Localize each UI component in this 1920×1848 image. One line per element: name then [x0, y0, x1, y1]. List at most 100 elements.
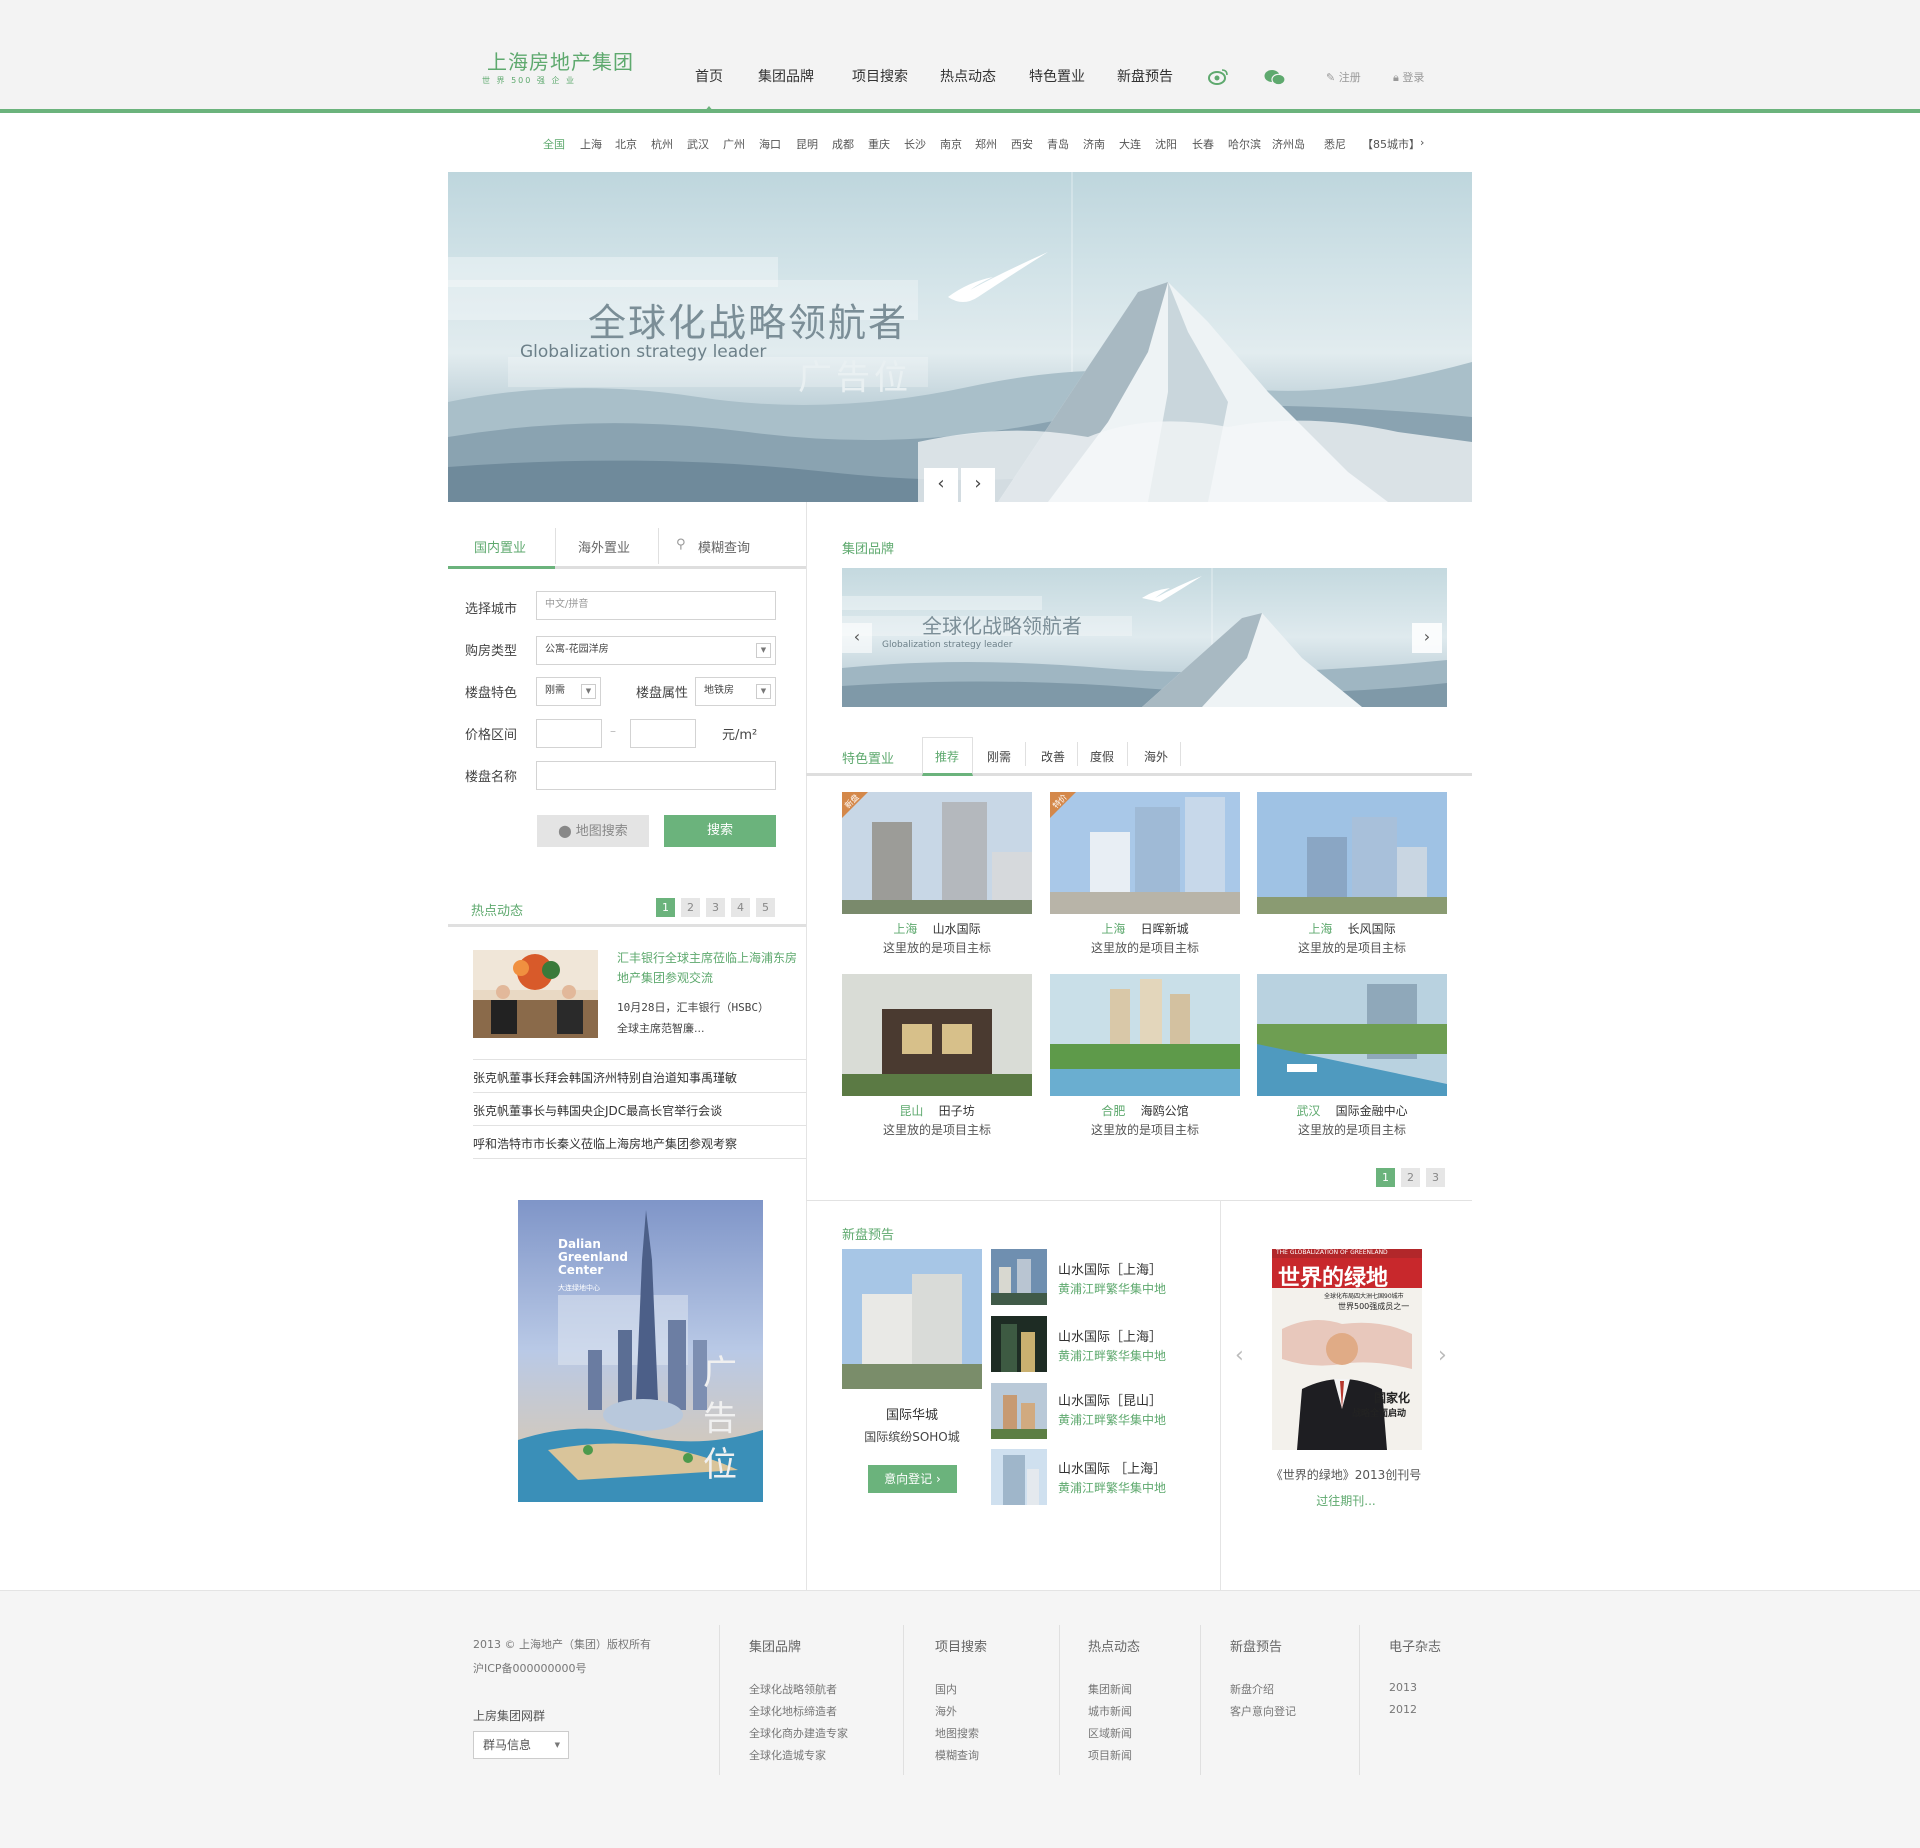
- tab-domestic[interactable]: 国内置业: [474, 537, 526, 556]
- city-link[interactable]: 上海: [580, 136, 602, 152]
- tab-fuzzy[interactable]: 模糊查询: [698, 537, 750, 556]
- nav-new[interactable]: 新盘预告: [1117, 66, 1173, 86]
- new-prop-main-image[interactable]: [842, 1249, 982, 1389]
- hot-news-page-3[interactable]: 3: [706, 898, 725, 917]
- featured-tab-recommend[interactable]: 推荐: [935, 748, 959, 765]
- weibo-icon[interactable]: [1208, 68, 1228, 85]
- nav-search[interactable]: 项目搜索: [852, 66, 908, 86]
- tab-overseas[interactable]: 海外置业: [578, 537, 630, 556]
- map-search-button[interactable]: ⬤ 地图搜索: [537, 815, 649, 847]
- city-link[interactable]: 武汉: [687, 136, 709, 152]
- property-image[interactable]: [1050, 974, 1240, 1096]
- nav-home[interactable]: 首页: [695, 66, 723, 86]
- property-image[interactable]: [1257, 974, 1447, 1096]
- footer-link[interactable]: 国内: [935, 1681, 957, 1697]
- nav-featured[interactable]: 特色置业: [1029, 66, 1085, 86]
- city-link[interactable]: 青岛: [1047, 136, 1069, 152]
- logo[interactable]: 上海房地产集团: [487, 46, 634, 75]
- hot-news-page-4[interactable]: 4: [731, 898, 750, 917]
- register-interest-button[interactable]: 意向登记 ›: [868, 1465, 957, 1493]
- magazine-next-button[interactable]: ›: [1438, 1343, 1447, 1368]
- footer-col-title[interactable]: 集团品牌: [749, 1636, 801, 1655]
- city-link[interactable]: 济南: [1083, 136, 1105, 152]
- city-link[interactable]: 昆明: [796, 136, 818, 152]
- featured-page-2[interactable]: 2: [1401, 1168, 1420, 1187]
- news-item[interactable]: 张克帆董事长拜会韩国济州特别自治道知事禹瑾敏: [473, 1069, 737, 1086]
- feature-select[interactable]: 刚需 ▼: [536, 677, 601, 706]
- chevron-right-icon[interactable]: ›: [1420, 136, 1424, 149]
- property-caption[interactable]: 上海 山水国际: [842, 920, 1032, 937]
- new-prop-thumb[interactable]: [991, 1249, 1047, 1305]
- news-item[interactable]: 张克帆董事长与韩国央企JDC最高长官举行会谈: [473, 1102, 722, 1119]
- featured-tab-improve[interactable]: 改善: [1041, 748, 1065, 765]
- city-link[interactable]: 海口: [759, 136, 781, 152]
- left-ad-image[interactable]: Dalian Greenland Center 大连绿地中心 广告位: [518, 1200, 763, 1502]
- footer-group-select[interactable]: 群马信息 ▼: [473, 1731, 569, 1759]
- brand-prev-button[interactable]: ‹: [842, 623, 872, 653]
- type-select[interactable]: 公寓-花园洋房 ▼: [536, 636, 776, 665]
- banner-prev-button[interactable]: ‹: [924, 468, 958, 502]
- footer-link[interactable]: 海外: [935, 1703, 957, 1719]
- new-prop-thumb[interactable]: [991, 1449, 1047, 1505]
- city-link[interactable]: 杭州: [651, 136, 673, 152]
- footer-link[interactable]: 地图搜索: [935, 1725, 979, 1741]
- hot-news-page-1[interactable]: 1: [656, 898, 675, 917]
- wechat-icon[interactable]: [1264, 69, 1286, 86]
- featured-page-1[interactable]: 1: [1376, 1168, 1395, 1187]
- featured-tab-holiday[interactable]: 度假: [1090, 748, 1114, 765]
- city-link[interactable]: 广州: [723, 136, 745, 152]
- news-feature-title[interactable]: 汇丰银行全球主席莅临上海浦东房地产集团参观交流: [617, 948, 802, 988]
- property-caption[interactable]: 合肥 海鸥公馆: [1050, 1102, 1240, 1119]
- city-link[interactable]: 长沙: [904, 136, 926, 152]
- footer-link[interactable]: 城市新闻: [1088, 1703, 1132, 1719]
- city-link[interactable]: 长春: [1192, 136, 1214, 152]
- city-link[interactable]: 哈尔滨: [1228, 136, 1261, 152]
- footer-link[interactable]: 2012: [1389, 1703, 1417, 1716]
- nav-news[interactable]: 热点动态: [940, 66, 996, 86]
- login-link[interactable]: 🔒︎ 登录: [1393, 69, 1424, 85]
- footer-col-title[interactable]: 新盘预告: [1230, 1636, 1282, 1655]
- footer-link[interactable]: 全球化战略领航者: [749, 1681, 837, 1697]
- property-image[interactable]: [842, 974, 1032, 1096]
- city-link[interactable]: 西安: [1011, 136, 1033, 152]
- city-link[interactable]: 大连: [1119, 136, 1141, 152]
- new-prop-main-name[interactable]: 国际华城: [842, 1404, 982, 1423]
- footer-link[interactable]: 集团新闻: [1088, 1681, 1132, 1697]
- property-image[interactable]: 特价: [1050, 792, 1240, 914]
- featured-page-3[interactable]: 3: [1426, 1168, 1445, 1187]
- footer-link[interactable]: 项目新闻: [1088, 1747, 1132, 1763]
- price-min-input[interactable]: [536, 719, 602, 748]
- property-image[interactable]: 新盘: [842, 792, 1032, 914]
- city-input[interactable]: 中文/拼音: [536, 591, 776, 620]
- hero-banner[interactable]: 全球化战略领航者 Globalization strategy leader 广…: [448, 172, 1472, 502]
- magazine-past-link[interactable]: 过往期刊...: [1220, 1492, 1472, 1509]
- news-item[interactable]: 呼和浩特市市长秦义莅临上海房地产集团参观考察: [473, 1135, 737, 1152]
- attr-select[interactable]: 地铁房 ▼: [695, 677, 776, 706]
- new-prop-name[interactable]: 山水国际［上海］: [1058, 1259, 1162, 1278]
- new-prop-thumb[interactable]: [991, 1383, 1047, 1439]
- city-link[interactable]: 【85城市】: [1362, 136, 1420, 152]
- property-image[interactable]: [1257, 792, 1447, 914]
- new-prop-name[interactable]: 山水国际 ［上海］: [1058, 1458, 1166, 1477]
- featured-tab-essential[interactable]: 刚需: [987, 748, 1011, 765]
- magazine-prev-button[interactable]: ‹: [1235, 1343, 1244, 1368]
- footer-col-title[interactable]: 热点动态: [1088, 1636, 1140, 1655]
- city-link[interactable]: 沈阳: [1155, 136, 1177, 152]
- city-link[interactable]: 成都: [832, 136, 854, 152]
- price-max-input[interactable]: [630, 719, 696, 748]
- news-feature-image[interactable]: [473, 950, 598, 1038]
- brand-banner[interactable]: 全球化战略领航者 Globalization strategy leader ‹…: [842, 568, 1447, 707]
- property-caption[interactable]: 昆山 田子坊: [842, 1102, 1032, 1119]
- magazine-cover[interactable]: THE GLOBALIZATION OF GREENLAND 世界的绿地 全球化…: [1272, 1249, 1422, 1450]
- new-prop-name[interactable]: 山水国际［昆山］: [1058, 1390, 1162, 1409]
- footer-col-title[interactable]: 电子杂志: [1389, 1636, 1441, 1655]
- property-caption[interactable]: 上海 长风国际: [1257, 920, 1447, 937]
- footer-link[interactable]: 全球化造城专家: [749, 1747, 826, 1763]
- name-input[interactable]: [536, 761, 776, 790]
- footer-link[interactable]: 全球化地标缔造者: [749, 1703, 837, 1719]
- hot-news-page-2[interactable]: 2: [681, 898, 700, 917]
- footer-link[interactable]: 模糊查询: [935, 1747, 979, 1763]
- featured-tab-overseas[interactable]: 海外: [1144, 748, 1168, 765]
- city-link[interactable]: 全国: [543, 136, 565, 152]
- city-link[interactable]: 郑州: [975, 136, 997, 152]
